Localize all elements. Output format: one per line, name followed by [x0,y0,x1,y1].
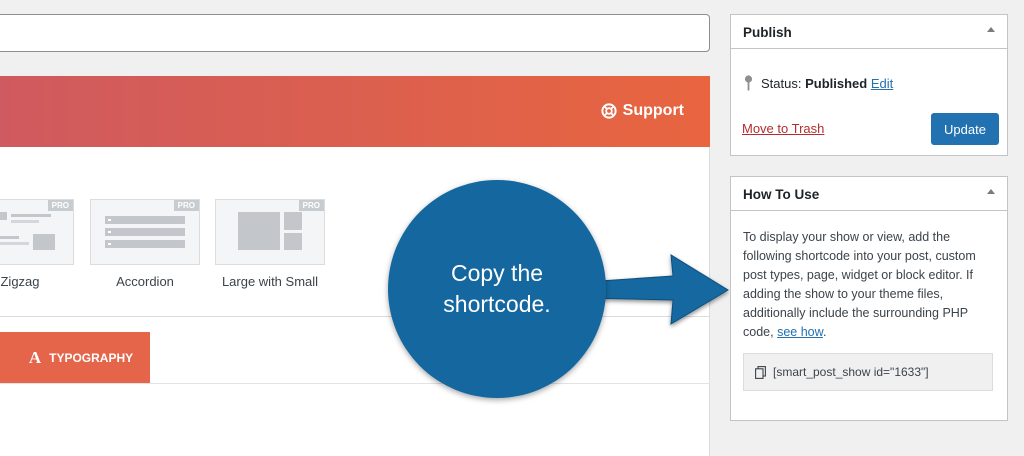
how-to-use-title: How To Use [743,187,820,202]
post-title-input[interactable] [0,14,710,52]
collapse-toggle-icon[interactable] [987,189,995,194]
pro-badge: PRO [173,200,199,211]
tab-typography-label: TYPOGRAPHY [49,350,134,365]
shortcode-text: [smart_post_show id="1633"] [773,365,929,379]
how-to-use-box-header[interactable]: How To Use [731,177,1007,211]
layout-option-zigzag[interactable]: PRO [0,199,74,265]
layout-option-accordion[interactable]: PRO [90,199,200,265]
support-link[interactable]: Support [601,102,684,120]
status-label: Status: [761,75,802,91]
update-button[interactable]: Update [931,113,999,145]
see-how-link[interactable]: see how [777,325,823,339]
tabs-divider [0,383,710,384]
layout-label-zigzag: Zigzag [0,274,40,289]
description-text: To display your show or view, add the fo… [743,230,976,339]
layout-label-large-with-small: Large with Small [221,274,319,289]
publish-box-header[interactable]: Publish [731,15,1007,49]
lifebuoy-icon [601,103,617,119]
tab-typography[interactable]: A TYPOGRAPHY [12,332,150,383]
publish-box-title: Publish [743,25,792,40]
layout-label-accordion: Accordion [116,274,174,289]
plugin-banner: Support [0,76,710,147]
how-to-use-box: How To Use To display your show or view,… [730,176,1008,421]
how-to-use-description: To display your show or view, add the fo… [743,228,1001,342]
status-value: Published [805,75,868,91]
typography-icon: A [28,347,42,367]
shortcode-box[interactable]: [smart_post_show id="1633"] [743,353,993,391]
pin-icon [744,75,753,91]
copy-icon[interactable] [755,365,766,379]
pro-badge: PRO [298,200,324,211]
callout-bubble: Copy the shortcode. [388,180,606,398]
move-to-trash-link[interactable]: Move to Trash [742,121,824,136]
publish-status: Status: Published Edit [744,75,893,91]
layout-option-large-with-small[interactable]: PRO [215,199,325,265]
callout-line-1: Copy the [450,260,544,286]
callout-line-2: shortcode. [443,291,551,317]
support-label: Support [622,102,684,119]
tab-previous[interactable] [0,332,12,383]
callout-arrow-icon [585,254,729,325]
edit-status-link[interactable]: Edit [871,76,893,91]
description-period: . [822,325,827,339]
pro-badge: PRO [47,200,73,211]
publish-box: Publish Status: Published Edit Move to T… [730,14,1008,156]
collapse-toggle-icon[interactable] [987,27,995,32]
